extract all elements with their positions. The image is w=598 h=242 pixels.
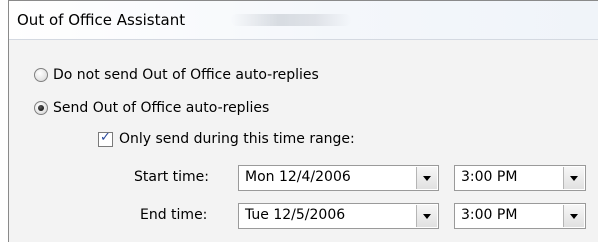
chevron-down-icon[interactable] <box>416 167 437 189</box>
start-time-dropdown[interactable]: 3:00 PM <box>454 165 586 191</box>
send-radio[interactable] <box>34 101 48 115</box>
do-not-send-label[interactable]: Do not send Out of Office auto-replies <box>53 67 319 83</box>
end-time-value: 3:00 PM <box>461 207 518 223</box>
time-range-label[interactable]: Only send during this time range: <box>119 131 355 147</box>
title-bar: Out of Office Assistant <box>9 1 598 40</box>
end-date-value: Tue 12/5/2006 <box>245 207 346 223</box>
do-not-send-option[interactable]: Do not send Out of Office auto-replies <box>34 67 319 83</box>
start-date-value: Mon 12/4/2006 <box>245 169 351 185</box>
start-date-dropdown[interactable]: Mon 12/4/2006 <box>238 165 439 191</box>
chevron-down-icon[interactable] <box>563 205 584 227</box>
chevron-down-icon[interactable] <box>563 167 584 189</box>
start-time-value: 3:00 PM <box>461 169 518 185</box>
end-date-dropdown[interactable]: Tue 12/5/2006 <box>238 203 439 229</box>
time-range-checkbox[interactable]: ✓ <box>98 129 113 147</box>
send-label[interactable]: Send Out of Office auto-replies <box>53 100 269 116</box>
end-time-label: End time: <box>140 207 208 223</box>
start-time-label: Start time: <box>134 169 209 185</box>
do-not-send-radio[interactable] <box>34 68 48 82</box>
chevron-down-icon[interactable] <box>416 205 437 227</box>
send-option[interactable]: Send Out of Office auto-replies <box>34 100 269 116</box>
end-time-dropdown[interactable]: 3:00 PM <box>454 203 586 229</box>
checkmark-icon: ✓ <box>100 129 111 145</box>
out-of-office-dialog: Out of Office Assistant Do not send Out … <box>8 0 598 242</box>
dialog-title: Out of Office Assistant <box>17 11 186 29</box>
title-bar-blur <box>231 14 351 26</box>
time-range-option[interactable]: ✓ Only send during this time range: <box>98 129 355 147</box>
